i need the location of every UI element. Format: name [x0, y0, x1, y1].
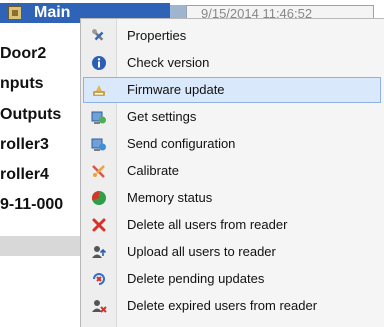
upload-users-icon — [92, 246, 107, 258]
menu-item-label: Delete pending updates — [127, 271, 265, 286]
info-icon — [92, 56, 106, 70]
firmware-icon — [93, 85, 105, 96]
delete-x-icon — [92, 218, 106, 232]
menu-item-delete-expired-users[interactable]: Delete expired users from reader — [83, 293, 381, 319]
menu-item-label: Check version — [127, 55, 210, 70]
menu-item-calibrate[interactable]: Calibrate — [83, 158, 381, 184]
menu-item-upload-all-users[interactable]: Upload all users to reader — [83, 239, 381, 265]
tools-icon — [92, 29, 104, 41]
application-window: Main 9/15/2014 11:46:52 Door2 nputs Outp… — [0, 0, 384, 327]
menu-item-label: Calibrate — [127, 163, 180, 178]
menu-item-send-configuration[interactable]: Send configuration — [83, 131, 381, 157]
menu-item-get-settings[interactable]: Get settings — [83, 104, 381, 130]
menu-item-delete-all-users[interactable]: Delete all users from reader — [83, 212, 381, 238]
menu-item-label: Properties — [127, 28, 187, 43]
delete-pending-icon — [93, 273, 105, 285]
menu-item-properties[interactable]: Properties — [83, 23, 381, 49]
calibrate-icon — [92, 165, 105, 178]
delete-expired-users-icon — [92, 300, 107, 313]
menu-item-label: Firmware update — [127, 82, 225, 97]
tree-root-label: Main — [34, 4, 71, 21]
menu-item-delete-pending-updates[interactable]: Delete pending updates — [83, 266, 381, 292]
menu-item-memory-status[interactable]: Memory status — [83, 185, 381, 211]
menu-item-label: Delete all users from reader — [127, 217, 288, 232]
context-menu: Properties Check version Firmware update — [80, 18, 384, 327]
menu-item-firmware-update[interactable]: Firmware update — [83, 77, 381, 103]
menu-item-label: Get settings — [127, 109, 197, 124]
menu-item-label: Upload all users to reader — [127, 244, 276, 259]
send-config-icon — [91, 138, 106, 151]
menu-item-check-version[interactable]: Check version — [83, 50, 381, 76]
menu-item-label: Send configuration — [127, 136, 236, 151]
controller-icon — [8, 6, 22, 20]
get-settings-icon — [91, 111, 106, 124]
memory-pie-icon — [92, 191, 106, 205]
menu-item-label: Delete expired users from reader — [127, 298, 318, 313]
menu-item-label: Memory status — [127, 190, 213, 205]
